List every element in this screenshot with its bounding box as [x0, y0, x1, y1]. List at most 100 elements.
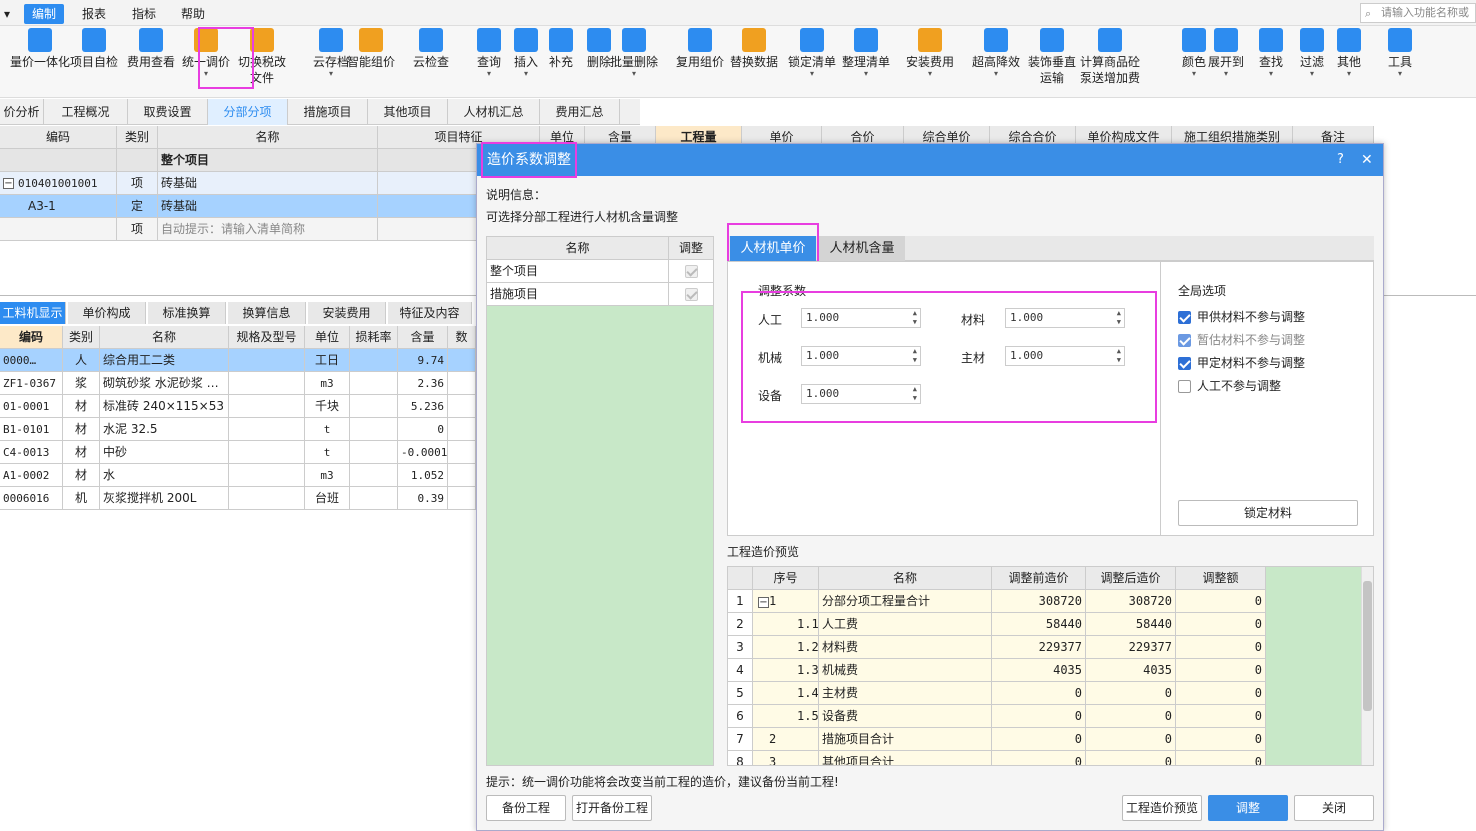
table-row[interactable]: 整个项目: [0, 149, 480, 172]
ribbon-button[interactable]: 量价一体化: [6, 28, 74, 70]
tab-overview[interactable]: 工程概况: [44, 99, 128, 125]
material-coef-input[interactable]: 1.000 ▲ ▼: [1005, 308, 1125, 328]
grid-header[interactable]: 单位: [305, 326, 350, 349]
global-option[interactable]: 甲供材料不参与调整: [1178, 308, 1305, 325]
type-cell[interactable]: 项: [117, 218, 158, 241]
lower-tab[interactable]: 特征及内容: [388, 302, 472, 324]
code-cell[interactable]: 01-0001: [0, 395, 63, 418]
checkbox[interactable]: [1178, 311, 1191, 324]
extra-cell[interactable]: [448, 395, 476, 418]
unit-cell[interactable]: t: [305, 441, 350, 464]
spec-cell[interactable]: [229, 487, 305, 510]
code-cell[interactable]: B1-0101: [0, 418, 63, 441]
tab-measures[interactable]: 措施项目: [288, 99, 368, 125]
scope-row-label[interactable]: 措施项目: [487, 283, 669, 306]
labor-coef-input[interactable]: 1.000 ▲ ▼: [801, 308, 921, 328]
qty-cell[interactable]: 1.052: [398, 464, 448, 487]
qty-cell[interactable]: 0.39: [398, 487, 448, 510]
name-cell[interactable]: 水泥 32.5: [100, 418, 229, 441]
grid-header[interactable]: 编码: [0, 326, 63, 349]
ribbon-button[interactable]: 安装费用 ▾: [902, 28, 958, 78]
unit-cell[interactable]: m3: [305, 372, 350, 395]
grid-header[interactable]: 数: [448, 326, 476, 349]
dialog-title-bar[interactable]: 造价系数调整 ? ✕: [477, 144, 1383, 176]
backup-project-button[interactable]: 备份工程: [486, 795, 566, 821]
menu-report[interactable]: 报表: [74, 4, 114, 24]
ribbon-button[interactable]: 复用组价: [672, 28, 728, 70]
lower-tab[interactable]: 单价构成: [68, 302, 146, 324]
feature-cell[interactable]: [378, 195, 480, 218]
lower-tab[interactable]: 安装费用: [308, 302, 386, 324]
spec-cell[interactable]: [229, 395, 305, 418]
grid-header[interactable]: 规格及型号: [229, 326, 305, 349]
menu-dropdown[interactable]: ▾: [0, 4, 18, 24]
ribbon-button[interactable]: 计算商品砼 泵送增加费: [1076, 28, 1144, 86]
menu-index[interactable]: 指标: [124, 4, 164, 24]
code-cell[interactable]: 010401001001: [0, 172, 117, 195]
grid-header[interactable]: 编码: [0, 126, 117, 149]
tab-quantity[interactable]: 人材机含量: [819, 236, 905, 261]
global-option[interactable]: 人工不参与调整: [1178, 377, 1281, 394]
name-cell[interactable]: 灰浆搅拌机 200L: [100, 487, 229, 510]
collapse-icon[interactable]: −: [758, 597, 769, 608]
grid-header[interactable]: 名称: [158, 126, 378, 149]
type-cell[interactable]: 项: [117, 172, 158, 195]
menu-edit[interactable]: 编制: [24, 4, 65, 24]
name-cell[interactable]: 中砂: [100, 441, 229, 464]
name-cell[interactable]: 整个项目: [158, 149, 378, 172]
adjust-button[interactable]: 调整: [1208, 795, 1288, 821]
name-cell[interactable]: 水: [100, 464, 229, 487]
tab-sub-items[interactable]: 分部分项: [208, 99, 288, 125]
ribbon-button[interactable]: 查询 ▾: [473, 28, 505, 78]
ribbon-button[interactable]: 装饰垂直 运输: [1024, 28, 1080, 86]
qty-cell[interactable]: 2.36: [398, 372, 448, 395]
extra-cell[interactable]: [448, 487, 476, 510]
type-cell[interactable]: 材: [63, 464, 100, 487]
close-button[interactable]: 关闭: [1294, 795, 1374, 821]
qty-cell[interactable]: 0: [398, 418, 448, 441]
extra-cell[interactable]: [448, 418, 476, 441]
cost-preview-button[interactable]: 工程造价预览: [1122, 795, 1202, 821]
unit-cell[interactable]: 台班: [305, 487, 350, 510]
loss-cell[interactable]: [350, 349, 398, 372]
main-material-coef-input[interactable]: 1.000 ▲ ▼: [1005, 346, 1125, 366]
help-icon[interactable]: ?: [1337, 144, 1344, 176]
checkbox[interactable]: [1178, 334, 1191, 347]
extra-cell[interactable]: [448, 441, 476, 464]
ribbon-button[interactable]: 工具 ▾: [1384, 28, 1416, 78]
ribbon-button[interactable]: 云检查: [409, 28, 453, 70]
scrollbar-thumb[interactable]: [1363, 581, 1372, 711]
ribbon-button[interactable]: 查找 ▾: [1255, 28, 1287, 78]
name-cell[interactable]: 自动提示：请输入清单简称: [158, 218, 378, 241]
loss-cell[interactable]: [350, 372, 398, 395]
code-cell[interactable]: ZF1-0367: [0, 372, 63, 395]
type-cell[interactable]: 浆: [63, 372, 100, 395]
ribbon-button[interactable]: 锁定清单 ▾: [784, 28, 840, 78]
collapse-icon[interactable]: −: [3, 178, 14, 189]
unit-cell[interactable]: 千块: [305, 395, 350, 418]
ribbon-button[interactable]: 其他 ▾: [1333, 28, 1365, 78]
ribbon-button[interactable]: 插入 ▾: [510, 28, 542, 78]
lock-material-button[interactable]: 锁定材料: [1178, 500, 1358, 526]
tab-price-analysis[interactable]: 价分析: [0, 99, 44, 125]
scope-row-checkbox[interactable]: [669, 283, 714, 306]
qty-cell[interactable]: -0.0001: [398, 441, 448, 464]
type-cell[interactable]: 定: [117, 195, 158, 218]
global-option[interactable]: 甲定材料不参与调整: [1178, 354, 1305, 371]
type-cell[interactable]: 材: [63, 395, 100, 418]
type-cell[interactable]: 材: [63, 418, 100, 441]
unit-cell[interactable]: m3: [305, 464, 350, 487]
spec-cell[interactable]: [229, 372, 305, 395]
ribbon-button[interactable]: 超高降效 ▾: [968, 28, 1024, 78]
grid-header[interactable]: 类别: [117, 126, 158, 149]
ribbon-button[interactable]: 补充: [545, 28, 577, 70]
type-cell[interactable]: 机: [63, 487, 100, 510]
name-cell[interactable]: 砖基础: [158, 172, 378, 195]
type-cell[interactable]: 材: [63, 441, 100, 464]
tab-fee-settings[interactable]: 取费设置: [128, 99, 208, 125]
ribbon-button[interactable]: 批量删除 ▾: [606, 28, 662, 78]
spec-cell[interactable]: [229, 441, 305, 464]
tab-fee-summary[interactable]: 费用汇总: [540, 99, 620, 125]
function-search-input[interactable]: ⌕ 请输入功能名称或: [1360, 3, 1476, 23]
unit-cell[interactable]: t: [305, 418, 350, 441]
